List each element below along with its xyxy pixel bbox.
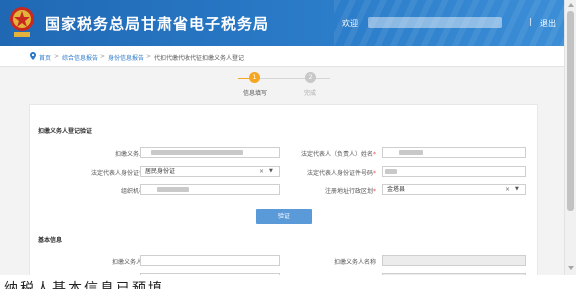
welcome-text: 欢迎	[342, 19, 358, 28]
step-1-circle: 1	[249, 72, 260, 83]
chevron-down-icon: ▼	[269, 168, 273, 174]
tax-emblem-icon	[10, 7, 34, 37]
breadcrumb-info-report[interactable]: 综合信息报告	[62, 53, 98, 62]
withholder-name-readonly	[382, 255, 526, 266]
next-row-input[interactable]	[140, 273, 280, 275]
browser-viewport: 国家税务总局甘肃省电子税务局 欢迎 | 退出 首页 > 综合信息报告 > 身份信…	[0, 0, 564, 275]
withholder-name-input[interactable]	[140, 147, 280, 158]
label-text: 法定代表人（负责人）姓名	[300, 151, 373, 158]
next-row-readonly	[382, 273, 526, 275]
document-caption-strip: 纳税人基本信息已预填	[2, 276, 562, 289]
breadcrumb-separator: >	[54, 53, 60, 60]
site-title: 国家税务总局甘肃省电子税务局	[45, 15, 270, 33]
legal-rep-name-input[interactable]	[382, 147, 526, 158]
form-card: 扣缴义务人登记验证 扣缴义务人名称* 法定代表人（负责人）姓名* 法定代表人身份…	[29, 104, 538, 275]
breadcrumb-separator: >	[146, 53, 152, 60]
breadcrumb-identity-report[interactable]: 身份信息报告	[108, 53, 144, 62]
breadcrumb-separator: >	[100, 53, 106, 60]
region-select[interactable]: 金塔县 × ▼	[382, 184, 526, 195]
region-value: 金塔县	[387, 186, 406, 193]
section-title-verification: 扣缴义务人登记验证	[38, 128, 93, 135]
breadcrumb-current: 代扣代缴代收代征扣缴义务人登记	[154, 55, 245, 62]
step-1-label: 信息填写	[243, 90, 268, 97]
field-label-id-number: 法定代表人身份证件号码*	[307, 168, 376, 177]
top-header: 国家税务总局甘肃省电子税务局 欢迎 | 退出	[0, 0, 564, 46]
step-line	[314, 78, 330, 79]
label-text: 注册地址行政区划	[324, 188, 373, 195]
required-mark: *	[373, 170, 376, 177]
location-pin-icon	[30, 52, 36, 60]
scroll-up-arrow[interactable]	[568, 3, 574, 7]
logout-link[interactable]: 退出	[540, 18, 556, 29]
field-label-legal-rep-name: 法定代表人（负责人）姓名*	[301, 149, 376, 158]
scroll-thumb[interactable]	[567, 11, 574, 211]
section-title-basic-info: 基本信息	[38, 237, 63, 244]
document-caption: 纳税人基本信息已预填	[4, 281, 164, 289]
vertical-scrollbar[interactable]	[564, 0, 576, 275]
org-code-input[interactable]	[140, 184, 280, 195]
step-2-label: 完成	[304, 90, 317, 97]
header-separator: |	[529, 17, 532, 26]
field-label-withholder-name-2: 扣缴义务人名称	[334, 257, 376, 266]
breadcrumb: 首页 > 综合信息报告 > 身份信息报告 > 代扣代缴代收代征扣缴义务人登记	[0, 46, 564, 67]
step-indicator: 1 2 信息填写 完成	[0, 66, 564, 102]
field-label-region: 注册地址行政区划*	[325, 186, 376, 195]
scroll-down-arrow[interactable]	[568, 266, 574, 270]
required-mark: *	[373, 188, 376, 195]
required-mark: *	[373, 151, 376, 158]
redacted-value	[385, 169, 397, 174]
verify-button[interactable]: 验证	[256, 209, 312, 224]
label-text: 法定代表人身份证件号码	[306, 170, 373, 177]
clear-icon[interactable]: ×	[505, 185, 510, 194]
redacted-value	[157, 187, 189, 192]
id-type-select[interactable]: 居民身份证 × ▼	[140, 166, 280, 177]
redacted-value	[399, 150, 423, 155]
user-name-redacted	[368, 17, 502, 28]
redacted-value	[151, 150, 243, 155]
step-line	[260, 78, 306, 79]
breadcrumb-home[interactable]: 首页	[39, 53, 51, 62]
label-text: 扣缴义务人名称	[333, 259, 376, 266]
step-2-circle: 2	[305, 72, 316, 83]
id-type-value: 居民身份证	[145, 168, 176, 175]
chevron-down-icon: ▼	[515, 186, 519, 192]
withholder-id-input[interactable]	[140, 255, 280, 266]
id-number-input[interactable]	[382, 166, 526, 177]
clear-icon[interactable]: ×	[259, 167, 264, 176]
